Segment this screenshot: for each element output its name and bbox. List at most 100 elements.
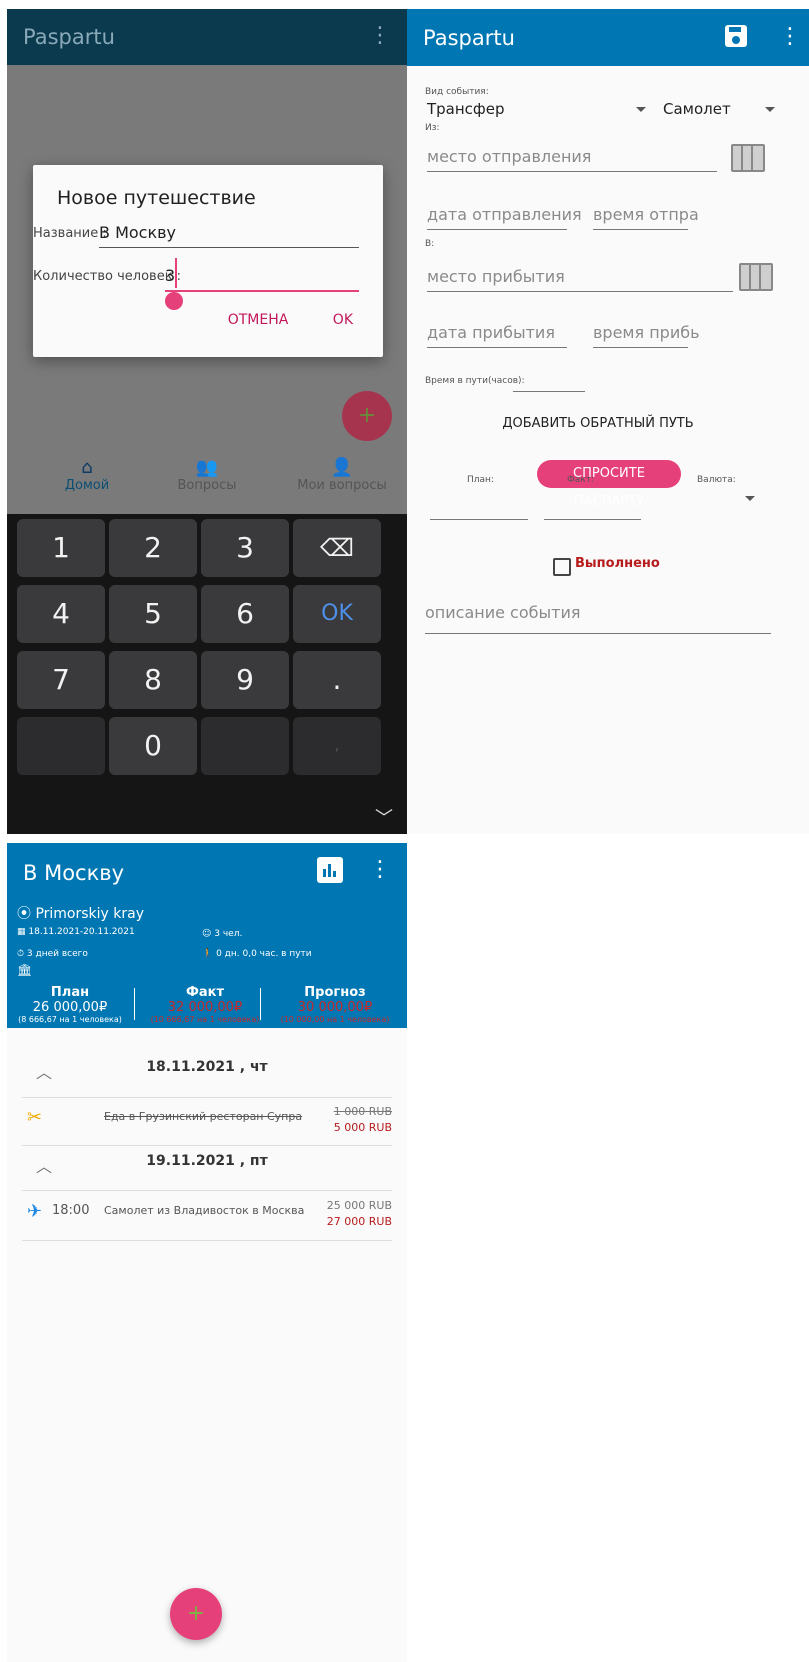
done-label: Выполнено <box>575 556 660 571</box>
calendar-icon: ▦ <box>17 927 26 937</box>
key-9[interactable]: 9 <box>201 651 289 709</box>
currency-dropdown-arrow-icon[interactable] <box>745 496 755 501</box>
cursor-handle[interactable] <box>165 292 183 310</box>
event-fact: 27 000 RUB <box>326 1215 392 1228</box>
dep-date-input[interactable]: дата отправления <box>427 205 582 224</box>
event-time: 18:00 <box>52 1203 90 1218</box>
divider <box>22 1190 392 1191</box>
overflow-menu-icon[interactable]: ⋮ <box>779 24 801 49</box>
forecast-value: 30 000,00₽ <box>297 1000 373 1015</box>
key-2[interactable]: 2 <box>109 519 197 577</box>
ok-button[interactable]: OK <box>333 312 353 328</box>
key-3[interactable]: 3 <box>201 519 289 577</box>
description-input[interactable]: описание события <box>425 603 580 622</box>
add-return-button[interactable]: ДОБАВИТЬ ОБРАТНЫЙ ПУТЬ <box>407 416 789 431</box>
fact-heading: Факт <box>185 985 225 1000</box>
dep-time-underline <box>593 229 688 230</box>
key-4[interactable]: 4 <box>17 585 105 643</box>
ask-paspartu-button[interactable]: СПРОСИТЕ ПАСПАРТУ <box>537 460 681 509</box>
day-date: 19.11.2021 , пт <box>146 1153 268 1169</box>
travel-time-input[interactable] <box>513 391 585 392</box>
event-row[interactable]: ✈ 18:00 Самолет из Владивосток в Москва … <box>22 1199 392 1241</box>
forecast-column: Прогноз 30 000,00₽ (10 000,00 на 1 челов… <box>270 985 400 1024</box>
nav-home[interactable]: ⌂ Домой <box>47 457 127 493</box>
app-bar: Paspartu ⋮ <box>407 9 809 66</box>
forecast-per-person: (10 000,00 на 1 человека) <box>280 1015 390 1024</box>
key-1[interactable]: 1 <box>17 519 105 577</box>
arr-time-input[interactable]: время прибь <box>593 323 700 342</box>
key-7[interactable]: 7 <box>17 651 105 709</box>
key-6[interactable]: 6 <box>201 585 289 643</box>
days-total-text: 3 дней всего <box>26 949 88 959</box>
arr-time-underline <box>593 347 688 348</box>
on-the-way: 🚶 0 дн. 0,0 час. в пути <box>202 949 312 959</box>
chart-icon[interactable] <box>317 857 343 883</box>
event-edit-screen: Paspartu ⋮ Вид события: Трансфер Самолет… <box>407 9 809 834</box>
nav-my-questions[interactable]: 👤 Мои вопросы <box>287 457 397 493</box>
cancel-button[interactable]: ОТМЕНА <box>228 312 289 328</box>
key-5[interactable]: 5 <box>109 585 197 643</box>
dropdown-arrow-icon[interactable] <box>636 107 646 112</box>
nav-questions[interactable]: 👥 Вопросы <box>157 457 257 493</box>
nav-questions-label: Вопросы <box>177 478 237 493</box>
dialog-actions: ОТМЕНА OK <box>188 312 353 328</box>
to-input[interactable]: место прибытия <box>427 267 565 286</box>
name-input[interactable]: В Москву <box>99 223 176 242</box>
dep-time-input[interactable]: время отпра <box>593 205 699 224</box>
fact-column: Факт 32 000,00₽ (10 666,67 на 1 человека… <box>140 985 270 1024</box>
dialog-title: Новое путешествие <box>57 187 256 209</box>
nav-home-label: Домой <box>64 478 110 493</box>
arr-date-underline <box>427 347 567 348</box>
divider <box>22 1097 392 1098</box>
plan-input[interactable] <box>430 519 528 520</box>
overflow-menu-icon[interactable]: ⋮ <box>369 23 391 48</box>
map-icon[interactable] <box>731 144 765 172</box>
backspace-icon: ⌫ <box>320 534 354 562</box>
people-input[interactable]: 3 <box>165 266 175 285</box>
compass-icon: ⦿ <box>17 906 31 922</box>
app-title: Paspartu <box>23 25 115 49</box>
people-count-icon: ☺ <box>202 929 212 939</box>
from-input[interactable]: место отправления <box>427 147 591 166</box>
name-underline <box>99 247 359 248</box>
new-trip-dialog: Новое путешествие Название : В Москву Ко… <box>33 165 383 357</box>
save-icon[interactable] <box>725 25 747 47</box>
event-type-select[interactable]: Трансфер <box>427 100 505 118</box>
numeric-keypad: 1 2 3 ⌫ 4 5 6 OK 7 8 9 . 0 , ﹀ <box>7 514 407 834</box>
dep-date-underline <box>427 229 567 230</box>
days-total: ⏱ 3 дней всего <box>17 949 88 959</box>
fact-per-person: (10 666,67 на 1 человека) <box>150 1015 260 1024</box>
location-text: Primorskiy kray <box>35 906 145 922</box>
people-underline <box>165 290 359 292</box>
from-label: Из: <box>425 123 440 133</box>
fact-input[interactable] <box>544 519 641 520</box>
add-fab[interactable]: + <box>342 391 392 441</box>
divider <box>134 988 135 1020</box>
key-ok[interactable]: OK <box>293 585 381 643</box>
event-row[interactable]: ✂ Еда в Грузинский ресторан Супра 1 000 … <box>22 1105 392 1147</box>
transport-select[interactable]: Самолет <box>663 100 731 118</box>
key-0[interactable]: 0 <box>109 717 197 775</box>
dates-text: 18.11.2021-20.11.2021 <box>28 927 135 937</box>
divider <box>260 988 261 1020</box>
key-8[interactable]: 8 <box>109 651 197 709</box>
map-icon[interactable] <box>739 263 773 291</box>
done-checkbox[interactable] <box>553 558 571 576</box>
people-label: Количество человек : <box>33 269 182 284</box>
overflow-menu-icon[interactable]: ⋮ <box>369 857 391 882</box>
chevron-down-icon[interactable]: ﹀ <box>375 804 393 830</box>
event-plan: 25 000 RUB <box>326 1199 392 1212</box>
add-event-fab[interactable]: + <box>170 1588 222 1640</box>
key-comma[interactable]: , <box>293 717 381 775</box>
plan-per-person: (8 666,67 на 1 человека) <box>18 1015 122 1024</box>
nav-my-questions-label: Мои вопросы <box>297 478 387 493</box>
location[interactable]: ⦿ Primorskiy kray <box>17 903 144 923</box>
arr-date-input[interactable]: дата прибытия <box>427 323 555 342</box>
key-dot[interactable]: . <box>293 651 381 709</box>
day-date: 18.11.2021 , чт <box>146 1059 268 1075</box>
name-label: Название : <box>33 226 107 241</box>
backspace-key[interactable]: ⌫ <box>293 519 381 577</box>
people-icon: 👥 <box>195 457 219 478</box>
dropdown-arrow-icon[interactable] <box>765 107 775 112</box>
walker-icon: 🚶 <box>202 949 214 959</box>
